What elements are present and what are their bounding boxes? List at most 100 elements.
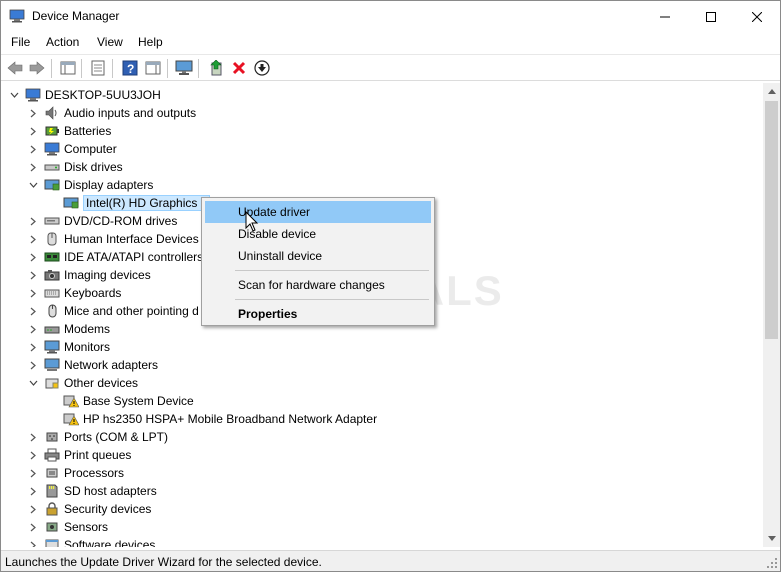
chevron-down-icon[interactable] — [28, 378, 38, 388]
modem-icon — [44, 322, 60, 336]
tree-category-item[interactable]: Batteries — [28, 122, 111, 140]
tree-item-label: Batteries — [64, 124, 112, 138]
scrollbar-thumb[interactable] — [765, 101, 778, 339]
menu-view[interactable]: View — [97, 35, 123, 49]
chevron-right-icon[interactable] — [28, 432, 38, 442]
device-manager-window: Device Manager File Action View Help ? D… — [0, 0, 781, 572]
chevron-right-icon[interactable] — [28, 468, 38, 478]
vertical-scrollbar[interactable] — [763, 83, 780, 547]
menu-file[interactable]: File — [11, 35, 30, 49]
tree-category-item[interactable]: Modems — [28, 320, 110, 338]
menu-properties[interactable]: Properties — [205, 303, 431, 325]
chevron-right-icon[interactable] — [28, 450, 38, 460]
menu-update-driver[interactable]: Update driver — [205, 201, 431, 223]
tree-category-item[interactable]: Computer — [28, 140, 117, 158]
tree-category-item[interactable]: Monitors — [28, 338, 110, 356]
menu-action[interactable]: Action — [46, 35, 79, 49]
update-driver-button[interactable] — [207, 59, 225, 77]
tree-category-item[interactable]: SD host adapters — [28, 482, 157, 500]
tree-category-item[interactable]: Software devices — [28, 536, 155, 547]
chevron-right-icon[interactable] — [28, 234, 38, 244]
title-bar[interactable]: Device Manager — [1, 1, 780, 32]
chevron-right-icon[interactable] — [28, 522, 38, 532]
tree-category-item[interactable]: Processors — [28, 464, 124, 482]
tree-item-label: Base System Device — [83, 394, 194, 408]
chevron-right-icon[interactable] — [28, 504, 38, 514]
processor-icon — [44, 466, 60, 480]
chevron-right-icon[interactable] — [28, 162, 38, 172]
chevron-right-icon[interactable] — [28, 306, 38, 316]
chevron-right-icon[interactable] — [28, 324, 38, 334]
tree-root[interactable]: DESKTOP-5UU3JOH — [9, 86, 161, 104]
tree-category-item[interactable]: Mice and other pointing d — [28, 302, 199, 320]
back-button[interactable] — [6, 59, 24, 77]
chevron-right-icon[interactable] — [28, 360, 38, 370]
tree-category-item[interactable]: Ports (COM & LPT) — [28, 428, 168, 446]
minimize-button[interactable] — [642, 1, 688, 32]
tree-category-item[interactable]: DVD/CD-ROM drives — [28, 212, 177, 230]
chevron-right-icon[interactable] — [28, 270, 38, 280]
tree-category-item[interactable]: Network adapters — [28, 356, 158, 374]
tree-category-item[interactable]: Security devices — [28, 500, 151, 518]
tree-category-item[interactable]: Print queues — [28, 446, 131, 464]
status-text: Launches the Update Driver Wizard for th… — [5, 555, 322, 569]
warning-device-icon — [63, 394, 80, 408]
menu-disable-device[interactable]: Disable device — [205, 223, 431, 245]
tree-device-item[interactable]: Intel(R) HD Graphics 4 — [47, 194, 211, 212]
menu-help[interactable]: Help — [138, 35, 163, 49]
tree-item-label: Display adapters — [64, 178, 154, 192]
tree-category-item[interactable]: Imaging devices — [28, 266, 151, 284]
svg-text:?: ? — [127, 62, 134, 76]
ide-icon — [44, 250, 60, 264]
tree-category-item[interactable]: Human Interface Devices — [28, 230, 199, 248]
tree-category-item[interactable]: Disk drives — [28, 158, 123, 176]
tree-item-label: Intel(R) HD Graphics 4 — [83, 195, 211, 211]
port-icon — [44, 430, 60, 444]
action-pane-button[interactable] — [144, 59, 162, 77]
chevron-down-icon[interactable] — [28, 180, 38, 190]
tree-category-item[interactable]: IDE ATA/ATAPI controllers — [28, 248, 203, 266]
tree-category-item[interactable]: Other devices — [28, 374, 138, 392]
forward-button[interactable] — [28, 59, 46, 77]
tree-item-label: Other devices — [64, 376, 139, 390]
maximize-button[interactable] — [688, 1, 734, 32]
show-hidden-button[interactable] — [89, 59, 107, 77]
chevron-right-icon[interactable] — [28, 342, 38, 352]
uninstall-button[interactable] — [230, 59, 248, 77]
enable-device-button[interactable] — [253, 59, 271, 77]
scroll-up-button[interactable] — [763, 83, 780, 100]
chevron-right-icon[interactable] — [28, 540, 38, 547]
tree-item-label: IDE ATA/ATAPI controllers — [64, 250, 204, 264]
computer-icon — [25, 88, 41, 102]
chevron-right-icon[interactable] — [28, 108, 38, 118]
resize-grip-icon[interactable] — [766, 557, 778, 569]
chevron-right-icon[interactable] — [28, 126, 38, 136]
tree-category-item[interactable]: Display adapters — [28, 176, 153, 194]
tree-item-label: Disk drives — [64, 160, 123, 174]
chevron-right-icon[interactable] — [28, 144, 38, 154]
menu-scan-hardware[interactable]: Scan for hardware changes — [205, 274, 431, 296]
menu-uninstall-device[interactable]: Uninstall device — [205, 245, 431, 267]
scroll-down-button[interactable] — [763, 530, 780, 547]
chevron-right-icon[interactable] — [28, 216, 38, 226]
help-button[interactable]: ? — [121, 59, 139, 77]
tree-category-item[interactable]: Keyboards — [28, 284, 121, 302]
tree-item-label: HP hs2350 HSPA+ Mobile Broadband Network… — [83, 412, 378, 426]
scan-hardware-button[interactable] — [175, 59, 193, 77]
tree-device-item[interactable]: HP hs2350 HSPA+ Mobile Broadband Network… — [47, 410, 377, 428]
tree-category-item[interactable]: Sensors — [28, 518, 108, 536]
close-button[interactable] — [734, 1, 780, 32]
back-icon — [7, 61, 23, 75]
properties-pane-button[interactable] — [59, 59, 77, 77]
chevron-down-icon[interactable] — [9, 90, 19, 100]
chevron-right-icon[interactable] — [28, 486, 38, 496]
tree-item-label: Print queues — [64, 448, 132, 462]
printer-icon — [44, 448, 60, 462]
chevron-right-icon[interactable] — [28, 288, 38, 298]
tree-category-item[interactable]: Audio inputs and outputs — [28, 104, 196, 122]
tree-device-item[interactable]: Base System Device — [47, 392, 194, 410]
toolbar-separator — [112, 59, 113, 78]
chevron-right-icon[interactable] — [28, 252, 38, 262]
